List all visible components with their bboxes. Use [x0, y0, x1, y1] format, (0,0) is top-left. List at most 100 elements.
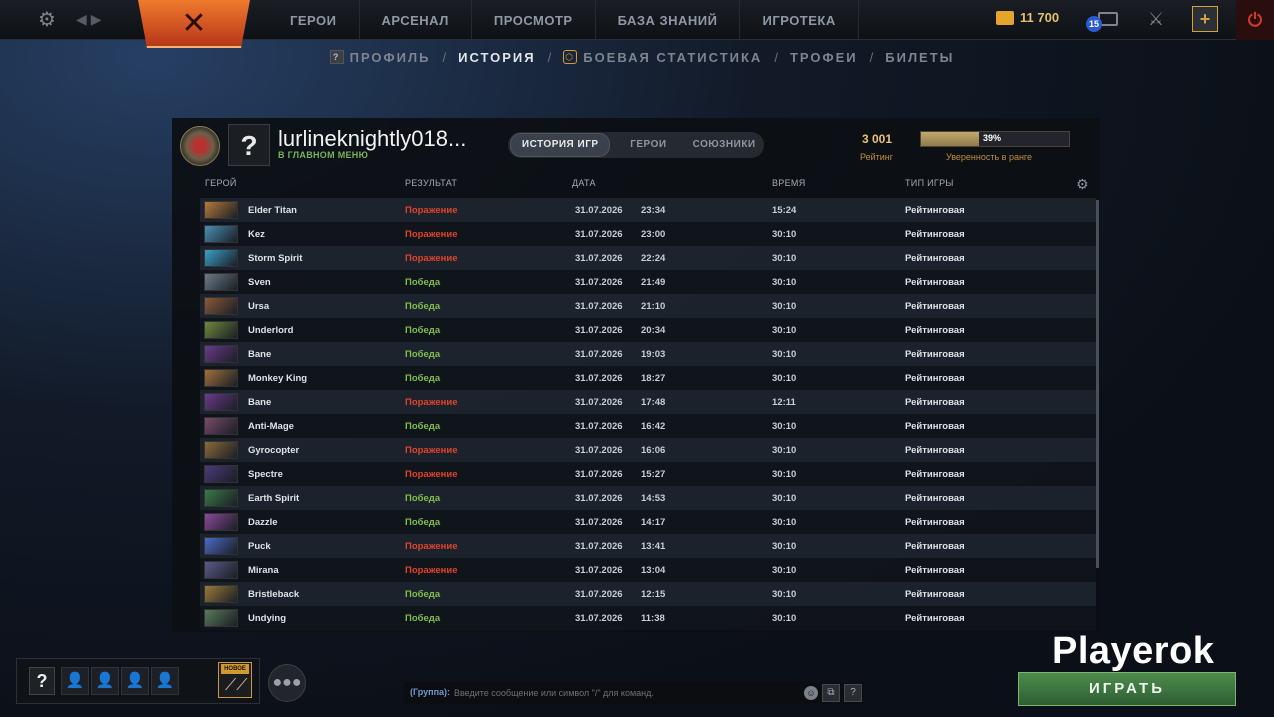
match-result: Победа — [405, 589, 441, 600]
match-time: 20:34 — [641, 325, 666, 336]
match-list: Elder Titan Поражение 31.07.2026 23:34 15:24… — [200, 198, 1096, 630]
table-row[interactable]: Gyrocopter Поражение 31.07.2026 16:06 30:10 Р… — [200, 438, 1096, 462]
table-row[interactable]: Earth Spirit Победа 31.07.2026 14:53 30:10 Ре… — [200, 486, 1096, 510]
match-date: 31.07.2026 — [575, 253, 623, 264]
match-time: 14:17 — [641, 517, 666, 528]
nav-arcade[interactable]: ИГРОТЕКА — [740, 0, 859, 40]
match-duration: 30:10 — [772, 541, 797, 552]
chat-input[interactable] — [454, 683, 794, 703]
nav-watch[interactable]: ПРОСМОТР — [472, 0, 596, 40]
back-forward-arrows-icon[interactable]: ◀▶ — [76, 11, 106, 28]
table-row[interactable]: Kez Поражение 31.07.2026 23:00 30:10 Рейтинго… — [200, 222, 1096, 246]
username: lurlineknightly018... — [278, 126, 467, 151]
hero-name: Gyrocopter — [248, 445, 300, 456]
subnav-combat-stats[interactable]: ⬡ БОЕВАЯ СТАТИСТИКА — [563, 50, 762, 65]
table-row[interactable]: Underlord Победа 31.07.2026 20:34 30:10 Рейти… — [200, 318, 1096, 342]
notification-badge: 15 — [1086, 16, 1102, 32]
match-time: 18:27 — [641, 373, 666, 384]
tab-allies[interactable]: СОЮЗНИКИ — [686, 134, 762, 156]
plus-icon[interactable]: + — [1192, 6, 1218, 32]
match-mode: Рейтинговая — [905, 229, 965, 240]
tab-heroes[interactable]: ГЕРОИ — [610, 134, 686, 156]
hero-portrait-icon — [204, 273, 238, 291]
header-result[interactable]: РЕЗУЛЬТАТ — [405, 178, 457, 188]
table-row[interactable]: Mirana Поражение 31.07.2026 13:04 30:10 Рейти… — [200, 558, 1096, 582]
table-row[interactable]: Storm Spirit Поражение 31.07.2026 22:24 30:1… — [200, 246, 1096, 270]
party-slot-user-icon[interactable]: 👤 — [61, 667, 89, 695]
hero-name: Anti-Mage — [248, 421, 294, 432]
subnav-history[interactable]: ИСТОРИЯ — [458, 50, 536, 65]
match-date: 31.07.2026 — [575, 517, 623, 528]
match-result: Поражение — [405, 445, 458, 456]
subnav-profile[interactable]: ? ПРОФИЛЬ — [329, 50, 431, 65]
gold-icon — [996, 10, 1014, 25]
settings-gear-icon[interactable]: ⚙ — [36, 9, 58, 31]
table-settings-gear-icon[interactable]: ⚙ — [1076, 176, 1089, 193]
table-row[interactable]: Puck Поражение 31.07.2026 13:41 30:10 Рейтинг… — [200, 534, 1096, 558]
match-date: 31.07.2026 — [575, 229, 623, 240]
header-date[interactable]: ДАТА — [572, 178, 596, 188]
party-slot-user-icon[interactable]: 👤 — [91, 667, 119, 695]
table-row[interactable]: Bane Поражение 31.07.2026 17:48 12:11 Рейтинг… — [200, 390, 1096, 414]
chat-help-button[interactable]: ? — [844, 684, 862, 702]
match-date: 31.07.2026 — [575, 589, 623, 600]
table-row[interactable]: Elder Titan Поражение 31.07.2026 23:34 15:24… — [200, 198, 1096, 222]
hero-name: Mirana — [248, 565, 279, 576]
subnav-tickets[interactable]: БИЛЕТЫ — [885, 50, 954, 65]
main-nav: ГЕРОИ АРСЕНАЛ ПРОСМОТР БАЗА ЗНАНИЙ ИГРОТ… — [268, 0, 859, 40]
table-row[interactable]: Dazzle Победа 31.07.2026 14:17 30:10 Рейтинго… — [200, 510, 1096, 534]
new-feature-button[interactable]: НОВОЕ ⟋⟋ — [218, 662, 252, 698]
hero-portrait-icon — [204, 201, 238, 219]
scrollbar[interactable] — [1096, 200, 1099, 568]
hero-name: Dazzle — [248, 517, 278, 528]
table-row[interactable]: Undying Победа 31.07.2026 11:38 30:10 Рейтинг… — [200, 606, 1096, 630]
tab-match-history[interactable]: ИСТОРИЯ ИГР — [510, 133, 611, 157]
brand-watermark: Playerok — [1052, 630, 1215, 672]
emoji-icon[interactable]: ☺ — [804, 686, 818, 700]
table-row[interactable]: Sven Победа 31.07.2026 21:49 30:10 Рейтингова… — [200, 270, 1096, 294]
subnav-trophies[interactable]: ТРОФЕИ — [790, 50, 858, 65]
armory-icon[interactable]: ⚔ — [1146, 8, 1166, 30]
match-time: 21:49 — [641, 277, 666, 288]
match-date: 31.07.2026 — [575, 349, 623, 360]
match-result: Поражение — [405, 229, 458, 240]
party-slot-user-icon[interactable]: 👤 — [121, 667, 149, 695]
group-finder-icon[interactable]: ●●● — [268, 664, 306, 702]
nav-armory[interactable]: АРСЕНАЛ — [360, 0, 472, 40]
party-slot-user-icon[interactable]: 👤 — [151, 667, 179, 695]
nav-learn[interactable]: БАЗА ЗНАНИЙ — [596, 0, 741, 40]
new-tag: НОВОЕ — [221, 664, 249, 674]
table-row[interactable]: Anti-Mage Победа 31.07.2026 16:42 30:10 Рейти… — [200, 414, 1096, 438]
header-hero[interactable]: ГЕРОЙ — [205, 178, 237, 188]
avatar[interactable]: ? — [228, 124, 270, 166]
chat-popout-icon[interactable]: ⧉ — [822, 684, 840, 702]
table-row[interactable]: Bane Победа 31.07.2026 19:03 30:10 Рейтингова… — [200, 342, 1096, 366]
table-row[interactable]: Spectre Поражение 31.07.2026 15:27 30:10 Рейт… — [200, 462, 1096, 486]
gold-balance[interactable]: 11 700 — [996, 10, 1059, 25]
dota-logo[interactable]: ✕ — [138, 0, 250, 48]
table-row[interactable]: Bristleback Победа 31.07.2026 12:15 30:10 Рей… — [200, 582, 1096, 606]
hero-name: Bane — [248, 397, 272, 408]
power-icon[interactable]: ⏻ — [1236, 0, 1274, 40]
rank-medal-icon[interactable] — [180, 126, 220, 166]
hero-portrait-icon — [204, 441, 238, 459]
match-date: 31.07.2026 — [575, 421, 623, 432]
play-button[interactable]: ИГРАТЬ — [1018, 672, 1236, 706]
table-row[interactable]: Monkey King Победа 31.07.2026 18:27 30:10 Рей… — [200, 366, 1096, 390]
match-mode: Рейтинговая — [905, 253, 965, 264]
subnav-separator: / — [869, 49, 874, 65]
chat-channel[interactable]: (Группа): — [410, 687, 450, 697]
header-duration[interactable]: ВРЕМЯ — [772, 178, 806, 188]
match-date: 31.07.2026 — [575, 205, 623, 216]
table-row[interactable]: Ursa Победа 31.07.2026 21:10 30:10 Рейтингова… — [200, 294, 1096, 318]
match-mode: Рейтинговая — [905, 373, 965, 384]
header-mode[interactable]: ТИП ИГРЫ — [905, 178, 954, 188]
match-result: Победа — [405, 325, 441, 336]
match-time: 13:04 — [641, 565, 666, 576]
rank-confidence-bar: 39% — [920, 131, 1070, 147]
hero-name: Spectre — [248, 469, 283, 480]
party-help-button[interactable]: ? — [29, 667, 55, 695]
match-date: 31.07.2026 — [575, 325, 623, 336]
nav-heroes[interactable]: ГЕРОИ — [268, 0, 360, 40]
gold-value: 11 700 — [1020, 10, 1060, 25]
